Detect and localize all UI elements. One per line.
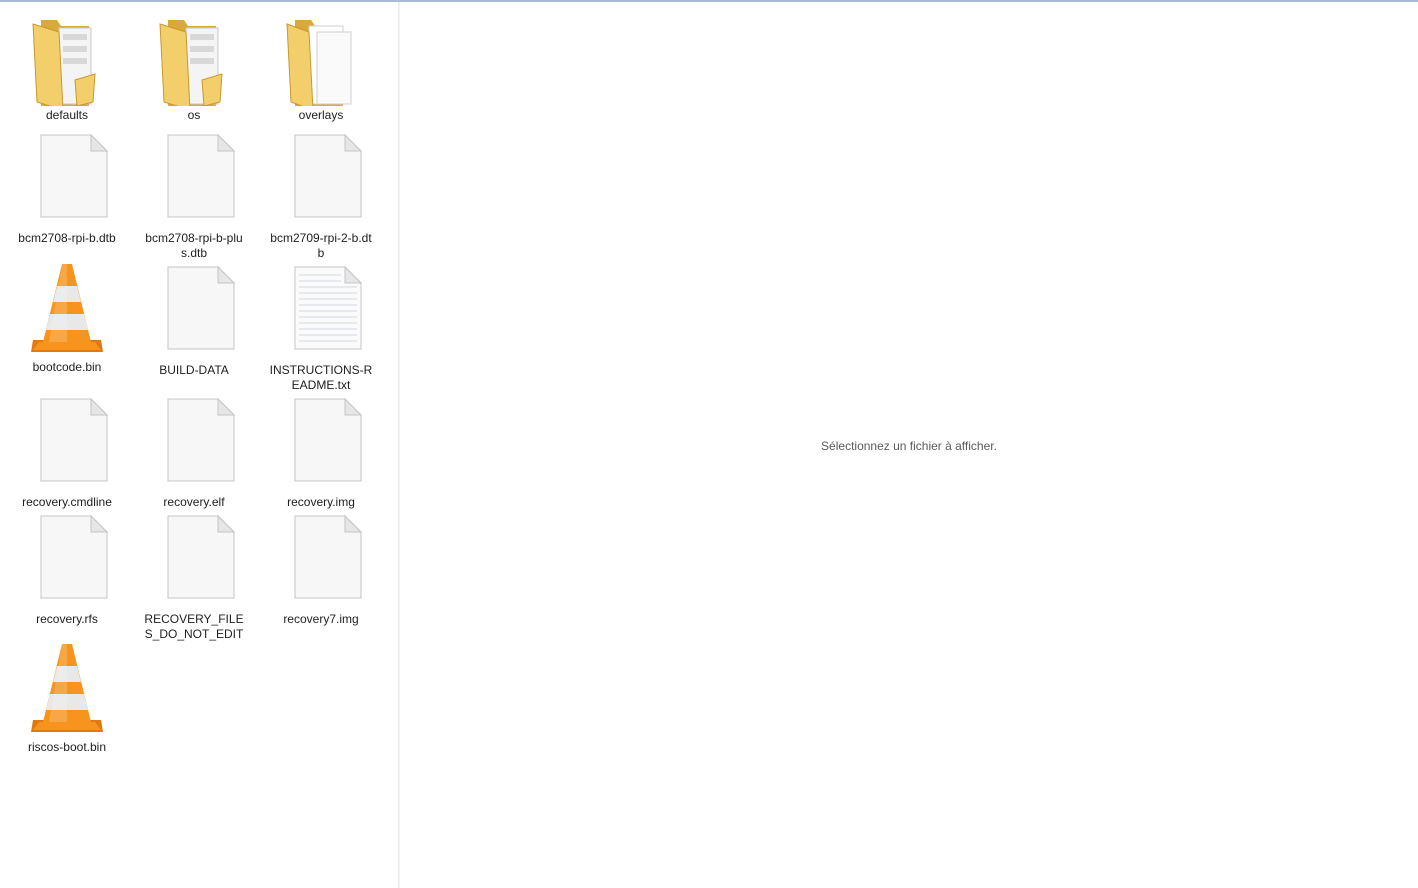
- vlc-cone-icon: [19, 642, 115, 738]
- item-label: overlays: [298, 108, 344, 122]
- folder-icon: [19, 10, 115, 106]
- file-icon: [146, 133, 242, 229]
- item-label: bcm2709-rpi-2-b.dtb: [270, 231, 372, 260]
- file-icon: [19, 133, 115, 229]
- item-label: RECOVERY_FILES_DO_NOT_EDIT: [144, 612, 244, 641]
- file-icon: [273, 397, 369, 493]
- item-label: recovery7.img: [283, 612, 359, 626]
- file-item-recovery-cmdline[interactable]: recovery.cmdline: [12, 397, 122, 510]
- item-label: INSTRUCTIONS-README.txt: [269, 363, 373, 392]
- folder-open-icon: [273, 10, 369, 106]
- file-item-recovery7-img[interactable]: recovery7.img: [266, 514, 376, 627]
- file-icon: [273, 514, 369, 610]
- file-item-bcm2708-rpi-b-plus[interactable]: bcm2708-rpi-b-plus.dtb: [139, 133, 249, 261]
- file-item-bcm2708-rpi-b[interactable]: bcm2708-rpi-b.dtb: [12, 133, 122, 246]
- file-item-instructions-readme[interactable]: INSTRUCTIONS-README.txt: [266, 265, 376, 393]
- file-icon: [19, 514, 115, 610]
- item-label: recovery.img: [287, 495, 355, 509]
- item-label: os: [187, 108, 201, 122]
- folder-icon: [146, 10, 242, 106]
- file-item-build-data[interactable]: BUILD-DATA: [139, 265, 249, 378]
- file-list-pane[interactable]: defaults os overlays bcm2708-rpi-b.dtb b…: [0, 2, 398, 888]
- file-icon: [19, 397, 115, 493]
- preview-pane: Sélectionnez un fichier à afficher.: [400, 2, 1418, 888]
- item-label: recovery.elf: [163, 495, 225, 509]
- explorer-window: defaults os overlays bcm2708-rpi-b.dtb b…: [0, 0, 1418, 888]
- file-item-recovery-files-do-not-edit[interactable]: RECOVERY_FILES_DO_NOT_EDIT: [139, 514, 249, 642]
- preview-message: Sélectionnez un fichier à afficher.: [821, 439, 997, 453]
- text-file-icon: [273, 265, 369, 361]
- item-label: defaults: [45, 108, 89, 122]
- folder-item-overlays[interactable]: overlays: [266, 10, 376, 123]
- folder-item-os[interactable]: os: [139, 10, 249, 123]
- file-item-recovery-elf[interactable]: recovery.elf: [139, 397, 249, 510]
- item-label: bcm2708-rpi-b.dtb: [18, 231, 116, 245]
- file-item-recovery-img[interactable]: recovery.img: [266, 397, 376, 510]
- file-icon: [146, 265, 242, 361]
- vlc-cone-icon: [19, 262, 115, 358]
- file-icon: [146, 397, 242, 493]
- folder-item-defaults[interactable]: defaults: [12, 10, 122, 123]
- file-item-recovery-rfs[interactable]: recovery.rfs: [12, 514, 122, 627]
- item-label: riscos-boot.bin: [27, 740, 107, 754]
- file-item-bcm2709-rpi-2-b[interactable]: bcm2709-rpi-2-b.dtb: [266, 133, 376, 261]
- file-icon: [146, 514, 242, 610]
- file-item-riscos-boot[interactable]: riscos-boot.bin: [12, 642, 122, 755]
- file-item-bootcode[interactable]: bootcode.bin: [12, 262, 122, 375]
- item-label: bcm2708-rpi-b-plus.dtb: [145, 231, 243, 260]
- item-label: BUILD-DATA: [159, 363, 229, 377]
- item-label: bootcode.bin: [32, 360, 102, 374]
- item-label: recovery.rfs: [36, 612, 98, 626]
- item-label: recovery.cmdline: [22, 495, 112, 509]
- file-icon: [273, 133, 369, 229]
